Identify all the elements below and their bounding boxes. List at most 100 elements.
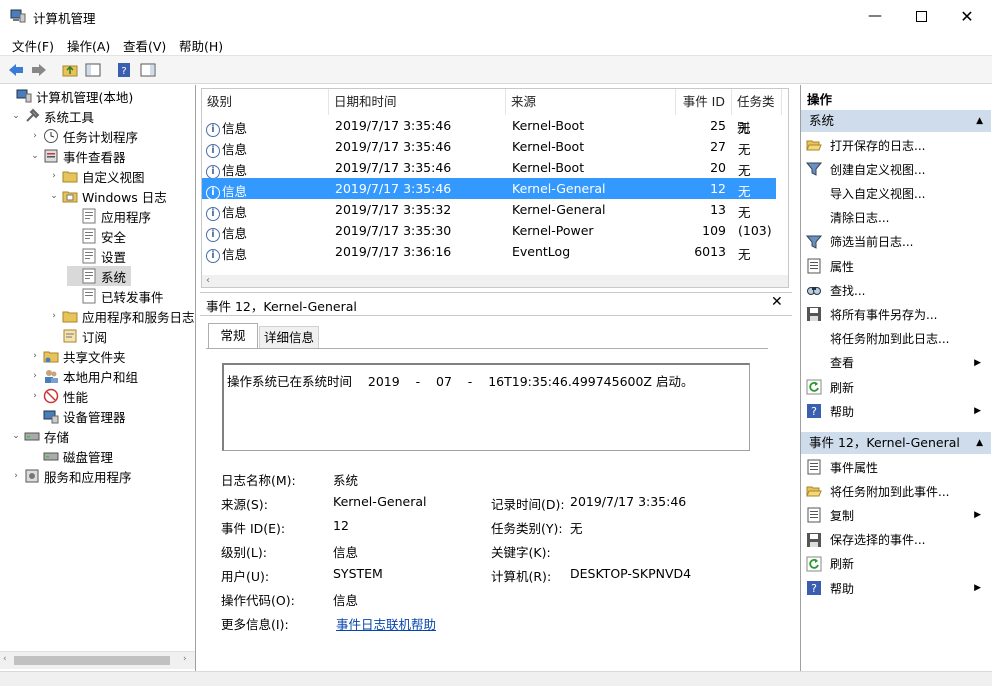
forward-button[interactable] [29, 60, 49, 80]
scroll-right-icon[interactable]: › [183, 654, 187, 664]
event-log-online-help-link[interactable]: 事件日志联机帮助 [336, 614, 436, 633]
action-item[interactable]: 导入自定义视图... [801, 182, 991, 204]
tree-subscriptions[interactable]: 订阅 [48, 326, 107, 346]
help-button[interactable]: ? [114, 60, 134, 80]
level-value: 信息 [333, 545, 359, 560]
actions-section-system[interactable]: 系统 ▲ [801, 110, 991, 132]
column-header-event-id[interactable]: 事件 ID [676, 89, 732, 115]
tree-device-manager[interactable]: 设备管理器 [29, 406, 126, 426]
column-header-category[interactable]: 任务类别 [732, 89, 782, 135]
column-header-source[interactable]: 来源 [506, 89, 676, 115]
expand-icon[interactable]: › [10, 471, 22, 481]
scroll-left-icon[interactable]: ‹ [3, 654, 7, 664]
event-row[interactable]: i 信息 2019/7/17 3:35:46 Kernel-Boot 25 无 [202, 115, 776, 137]
maximize-button[interactable] [898, 0, 944, 32]
expand-icon[interactable]: › [29, 351, 41, 361]
collapse-up-icon[interactable]: ▲ [976, 110, 983, 132]
action-item[interactable]: 查找... [801, 279, 991, 301]
event-datetime: 2019/7/17 3:35:32 [335, 202, 452, 217]
close-detail-icon[interactable]: ✕ [771, 294, 783, 310]
expand-icon[interactable]: › [48, 311, 60, 321]
event-row[interactable]: i 信息 2019/7/17 3:35:30 Kernel-Power 109 (103) [202, 220, 776, 242]
tree-app-service-logs[interactable]: › 应用程序和服务日志 [48, 306, 194, 326]
up-folder-button[interactable] [60, 60, 80, 80]
menu-help[interactable]: 帮助(H) [179, 36, 223, 55]
action-label: 属性 [830, 259, 855, 274]
action-item[interactable]: 将任务附加到此事件... [801, 480, 991, 502]
action-item[interactable]: 刷新 [801, 376, 991, 398]
event-source: Kernel-Boot [512, 160, 585, 175]
action-item[interactable]: 查看 ▶ [801, 352, 991, 374]
disk-icon [43, 452, 59, 461]
tree-system-log[interactable]: 系统 [67, 266, 131, 286]
scrollbar-thumb[interactable] [14, 656, 170, 665]
action-item[interactable]: 打开保存的日志... [801, 134, 991, 156]
event-row[interactable]: i 信息 2019/7/17 3:35:46 Kernel-General 12 无 [202, 178, 776, 200]
event-row[interactable]: i 信息 2019/7/17 3:35:46 Kernel-Boot 20 无 [202, 157, 776, 179]
menu-action[interactable]: 操作(A) [67, 36, 110, 55]
collapse-icon[interactable]: ⌄ [48, 191, 60, 201]
action-item[interactable]: 属性 [801, 255, 991, 277]
event-id-cell: 13 [710, 202, 726, 217]
scroll-left-icon[interactable]: ‹ [206, 275, 210, 286]
action-item[interactable]: 清除日志... [801, 207, 991, 229]
collapse-icon[interactable]: ⌄ [29, 151, 41, 161]
action-label: 复制 [830, 508, 855, 523]
tree-horizontal-scrollbar[interactable]: ‹ › [0, 651, 195, 669]
action-item[interactable]: 复制 ▶ [801, 504, 991, 526]
action-item[interactable]: 事件属性 [801, 456, 991, 478]
tree-setup-log[interactable]: 设置 [67, 246, 126, 266]
tree-security-log[interactable]: 安全 [67, 226, 126, 246]
event-message-box[interactable]: 操作系统已在系统时间 2019 - 07 - 16T19:35:46.49974… [222, 363, 750, 451]
tab-general[interactable]: 常规 [208, 323, 258, 349]
tree-custom-views[interactable]: › 自定义视图 [48, 166, 144, 186]
tree-task-scheduler[interactable]: › 任务计划程序 [29, 126, 138, 146]
tree-performance[interactable]: › 性能 [29, 386, 88, 406]
show-hide-action-pane-button[interactable] [138, 60, 158, 80]
menu-view[interactable]: 查看(V) [123, 36, 166, 55]
tree-forwarded-events[interactable]: 已转发事件 [67, 286, 164, 306]
tree-services-apps[interactable]: › 服务和应用程序 [10, 466, 132, 486]
back-button[interactable] [6, 60, 26, 80]
action-item[interactable]: 保存选择的事件... [801, 529, 991, 551]
show-hide-tree-button[interactable] [83, 60, 103, 80]
event-row[interactable]: i 信息 2019/7/17 3:35:32 Kernel-General 13 无 [202, 199, 776, 221]
event-list-horizontal-scrollbar[interactable]: ‹ › [202, 275, 788, 287]
collapse-up-icon[interactable]: ▲ [976, 432, 983, 454]
minimize-button[interactable]: — [852, 0, 898, 32]
action-item[interactable]: ? 帮助 ▶ [801, 577, 991, 599]
action-item[interactable]: 筛选当前日志... [801, 231, 991, 253]
close-button[interactable]: ✕ [944, 0, 990, 32]
event-row[interactable]: i 信息 2019/7/17 3:35:46 Kernel-Boot 27 无 [202, 136, 776, 158]
tree-shared-folders[interactable]: › 共享文件夹 [29, 346, 125, 366]
action-item[interactable]: 将任务附加到此日志... [801, 328, 991, 350]
tree-storage[interactable]: ⌄ 存储 [10, 426, 69, 446]
action-item[interactable]: 刷新 [801, 553, 991, 575]
expand-icon[interactable]: › [29, 391, 41, 401]
collapse-icon[interactable]: ⌄ [10, 111, 22, 121]
tree-system-tools[interactable]: ⌄ 系统工具 [10, 106, 94, 126]
collapse-icon[interactable]: ⌄ [10, 431, 22, 441]
menu-file[interactable]: 文件(F) [12, 36, 54, 55]
action-item[interactable]: 将所有事件另存为... [801, 303, 991, 325]
event-level: 信息 [222, 205, 248, 220]
action-item[interactable]: 创建自定义视图... [801, 158, 991, 180]
tree-root[interactable]: 计算机管理(本地) [2, 86, 133, 106]
event-id: 109 [702, 223, 726, 238]
expand-icon[interactable]: › [29, 131, 41, 141]
event-row-partial[interactable] [202, 262, 776, 270]
expand-icon[interactable]: › [29, 371, 41, 381]
column-header-level[interactable]: 级别 [202, 89, 329, 115]
action-item[interactable]: ? 帮助 ▶ [801, 400, 991, 422]
column-header-datetime[interactable]: 日期和时间 [329, 89, 506, 115]
tree-application-log[interactable]: 应用程序 [67, 206, 151, 226]
tree-event-viewer[interactable]: ⌄ 事件查看器 [29, 146, 126, 166]
tree-local-users[interactable]: › 本地用户和组 [29, 366, 138, 386]
actions-section-event[interactable]: 事件 12，Kernel-General ▲ [801, 432, 991, 454]
expand-icon[interactable]: › [48, 171, 60, 181]
event-row[interactable]: i 信息 2019/7/17 3:36:16 EventLog 6013 无 [202, 241, 776, 263]
event-message: 操作系统已在系统时间 2019 - 07 - 16T19:35:46.49974… [227, 374, 694, 389]
tab-details[interactable]: 详细信息 [259, 326, 319, 349]
tree-windows-logs[interactable]: ⌄ Windows 日志 [48, 186, 167, 206]
tree-disk-management[interactable]: 磁盘管理 [29, 446, 113, 466]
